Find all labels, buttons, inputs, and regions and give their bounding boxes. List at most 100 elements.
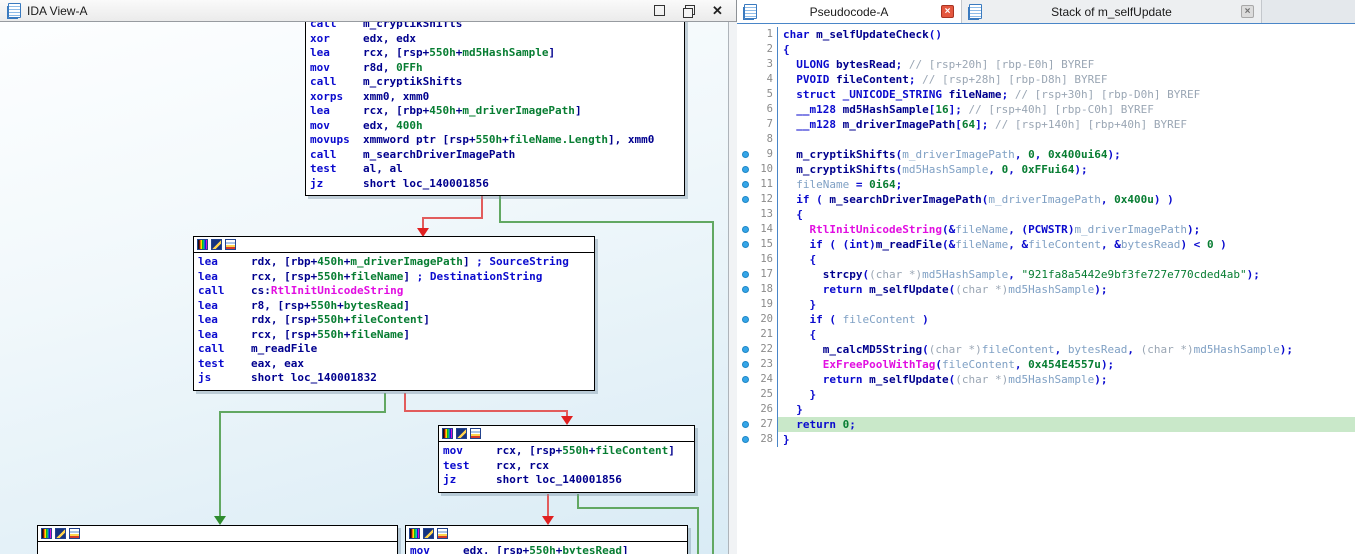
pseudocode-line[interactable]: ExFreePoolWithTag(fileContent, 0x454E455…: [777, 357, 1355, 372]
asm-line[interactable]: call m_cryptikShifts: [306, 75, 684, 90]
node-color-icon[interactable]: [41, 528, 52, 539]
basic-block[interactable]: lea rdx, [rbp+450h+m_driverImagePath] ; …: [193, 236, 595, 391]
asm-line[interactable]: call m_searchDriverImagePath: [306, 148, 684, 163]
line-number: 7: [753, 117, 777, 132]
pseudocode-line[interactable]: }: [777, 297, 1355, 312]
edit-node-icon[interactable]: [423, 528, 434, 539]
close-tab-icon[interactable]: ×: [1241, 5, 1254, 18]
pseudocode-line[interactable]: __m128 md5HashSample[16]; // [rsp+40h] […: [777, 102, 1355, 117]
maximize-icon[interactable]: [653, 4, 666, 17]
asm-line[interactable]: js short loc_140001832: [194, 371, 594, 386]
pseudocode-line[interactable]: __m128 m_driverImagePath[64]; // [rsp+14…: [777, 117, 1355, 132]
pseudocode-line[interactable]: RtlInitUnicodeString(&fileName, (PCWSTR)…: [777, 222, 1355, 237]
pseudocode-view[interactable]: 1char m_selfUpdateCheck()2{3 ULONG bytes…: [737, 24, 1355, 554]
tab-pseudocode-a[interactable]: Pseudocode-A ×: [737, 0, 962, 23]
gutter-cell: [737, 387, 753, 402]
asm-line[interactable]: call cs:RtlInitUnicodeString: [194, 284, 594, 299]
asm-line[interactable]: mov rcx, [rsp+550h+fileContent]: [439, 444, 694, 459]
pseudocode-line[interactable]: return 0;: [777, 417, 1355, 432]
asm-line[interactable]: lea rdx, [rbp+450h+m_driverImagePath] ; …: [194, 255, 594, 270]
gutter-cell: [737, 237, 753, 252]
basic-block[interactable]: call m_cryptikShiftsxor edx, edxlea rcx,…: [305, 22, 685, 196]
flow-edge-red: [405, 393, 567, 416]
asm-line[interactable]: jz short loc_140001856: [439, 473, 694, 488]
pseudocode-line[interactable]: m_calcMD5String((char *)fileContent, byt…: [777, 342, 1355, 357]
pseudocode-line[interactable]: m_cryptikShifts(md5HashSample, 0, 0xFFui…: [777, 162, 1355, 177]
line-number: 25: [753, 387, 777, 402]
graph-canvas-area[interactable]: call m_cryptikShiftsxor edx, edxlea rcx,…: [0, 22, 728, 554]
group-node-icon[interactable]: [69, 528, 80, 539]
tab-bar: Pseudocode-A × Stack of m_selfUpdate ×: [737, 0, 1355, 24]
asm-line[interactable]: xorps xmm0, xmm0: [306, 90, 684, 105]
basic-block[interactable]: mov edx, [rsp+550h+bytesRead]: [405, 525, 688, 554]
line-number: 28: [753, 432, 777, 447]
pseudocode-line[interactable]: }: [777, 432, 1355, 447]
pseudocode-line[interactable]: char m_selfUpdateCheck(): [777, 27, 1355, 42]
restore-icon[interactable]: [682, 4, 695, 17]
node-color-icon[interactable]: [197, 239, 208, 250]
graph-vertical-scrollbar[interactable]: [728, 22, 737, 554]
flow-arrowhead-red: [561, 416, 573, 425]
tab-stack-of-m-selfupdate[interactable]: Stack of m_selfUpdate ×: [962, 0, 1262, 23]
pseudocode-line[interactable]: {: [777, 42, 1355, 57]
asm-line[interactable]: lea r8, [rsp+550h+bytesRead]: [194, 299, 594, 314]
asm-line[interactable]: mov edx, [rsp+550h+bytesRead]: [406, 544, 687, 554]
pseudocode-line[interactable]: if ( (int)m_readFile(&fileName, &fileCon…: [777, 237, 1355, 252]
gutter-cell: [737, 207, 753, 222]
gutter-cell: [737, 297, 753, 312]
line-marker-dot: [742, 421, 749, 428]
asm-line[interactable]: call m_readFile: [194, 342, 594, 357]
pseudocode-row: 3 ULONG bytesRead; // [rsp+20h] [rbp-E0h…: [737, 57, 1355, 72]
edit-node-icon[interactable]: [456, 428, 467, 439]
asm-line[interactable]: lea rcx, [rsp+550h+fileName]: [194, 328, 594, 343]
basic-block[interactable]: [37, 525, 398, 554]
line-number: 11: [753, 177, 777, 192]
edit-node-icon[interactable]: [55, 528, 66, 539]
gutter-cell: [737, 402, 753, 417]
pseudocode-line[interactable]: m_cryptikShifts(m_driverImagePath, 0, 0x…: [777, 147, 1355, 162]
asm-line[interactable]: call m_cryptikShifts: [306, 22, 684, 32]
pseudocode-line[interactable]: {: [777, 327, 1355, 342]
pseudocode-line[interactable]: strcpy((char *)md5HashSample, "921fa8a54…: [777, 267, 1355, 282]
asm-line[interactable]: lea rcx, [rsp+550h+fileName] ; Destinati…: [194, 270, 594, 285]
pseudocode-line[interactable]: [777, 132, 1355, 147]
line-number: 15: [753, 237, 777, 252]
pseudocode-line[interactable]: PVOID fileContent; // [rsp+28h] [rbp-D8h…: [777, 72, 1355, 87]
pseudocode-line[interactable]: }: [777, 387, 1355, 402]
block-titlebar: [439, 426, 694, 442]
pseudocode-row: 18 return m_selfUpdate((char *)md5HashSa…: [737, 282, 1355, 297]
asm-line[interactable]: jz short loc_140001856: [306, 177, 684, 192]
pseudocode-line[interactable]: {: [777, 207, 1355, 222]
asm-line[interactable]: test eax, eax: [194, 357, 594, 372]
pseudocode-line[interactable]: return m_selfUpdate((char *)md5HashSampl…: [777, 282, 1355, 297]
pseudocode-line[interactable]: {: [777, 252, 1355, 267]
pseudocode-row: 12 if ( m_searchDriverImagePath(m_driver…: [737, 192, 1355, 207]
edit-node-icon[interactable]: [211, 239, 222, 250]
asm-line[interactable]: xor edx, edx: [306, 32, 684, 47]
asm-line[interactable]: lea rdx, [rsp+550h+fileContent]: [194, 313, 594, 328]
basic-block[interactable]: mov rcx, [rsp+550h+fileContent]test rcx,…: [438, 425, 695, 493]
line-marker-dot: [742, 361, 749, 368]
asm-line[interactable]: mov edx, 400h: [306, 119, 684, 134]
asm-line[interactable]: lea rcx, [rbp+450h+m_driverImagePath]: [306, 104, 684, 119]
pseudocode-line[interactable]: }: [777, 402, 1355, 417]
asm-line[interactable]: test rcx, rcx: [439, 459, 694, 474]
ida-view-titlebar[interactable]: IDA View-A ✕: [0, 0, 736, 22]
group-node-icon[interactable]: [225, 239, 236, 250]
asm-line[interactable]: movups xmmword ptr [rsp+550h+fileName.Le…: [306, 133, 684, 148]
pseudocode-line[interactable]: return m_selfUpdate((char *)md5HashSampl…: [777, 372, 1355, 387]
node-color-icon[interactable]: [442, 428, 453, 439]
pseudocode-line[interactable]: if ( fileContent ): [777, 312, 1355, 327]
pseudocode-line[interactable]: fileName = 0i64;: [777, 177, 1355, 192]
pseudocode-line[interactable]: struct _UNICODE_STRING fileName; // [rsp…: [777, 87, 1355, 102]
group-node-icon[interactable]: [470, 428, 481, 439]
node-color-icon[interactable]: [409, 528, 420, 539]
asm-line[interactable]: mov r8d, 0FFh: [306, 61, 684, 76]
group-node-icon[interactable]: [437, 528, 448, 539]
asm-line[interactable]: lea rcx, [rsp+550h+md5HashSample]: [306, 46, 684, 61]
close-tab-icon[interactable]: ×: [941, 5, 954, 18]
close-icon[interactable]: ✕: [711, 4, 724, 17]
asm-line[interactable]: test al, al: [306, 162, 684, 177]
pseudocode-line[interactable]: ULONG bytesRead; // [rsp+20h] [rbp-E0h] …: [777, 57, 1355, 72]
pseudocode-line[interactable]: if ( m_searchDriverImagePath(m_driverIma…: [777, 192, 1355, 207]
